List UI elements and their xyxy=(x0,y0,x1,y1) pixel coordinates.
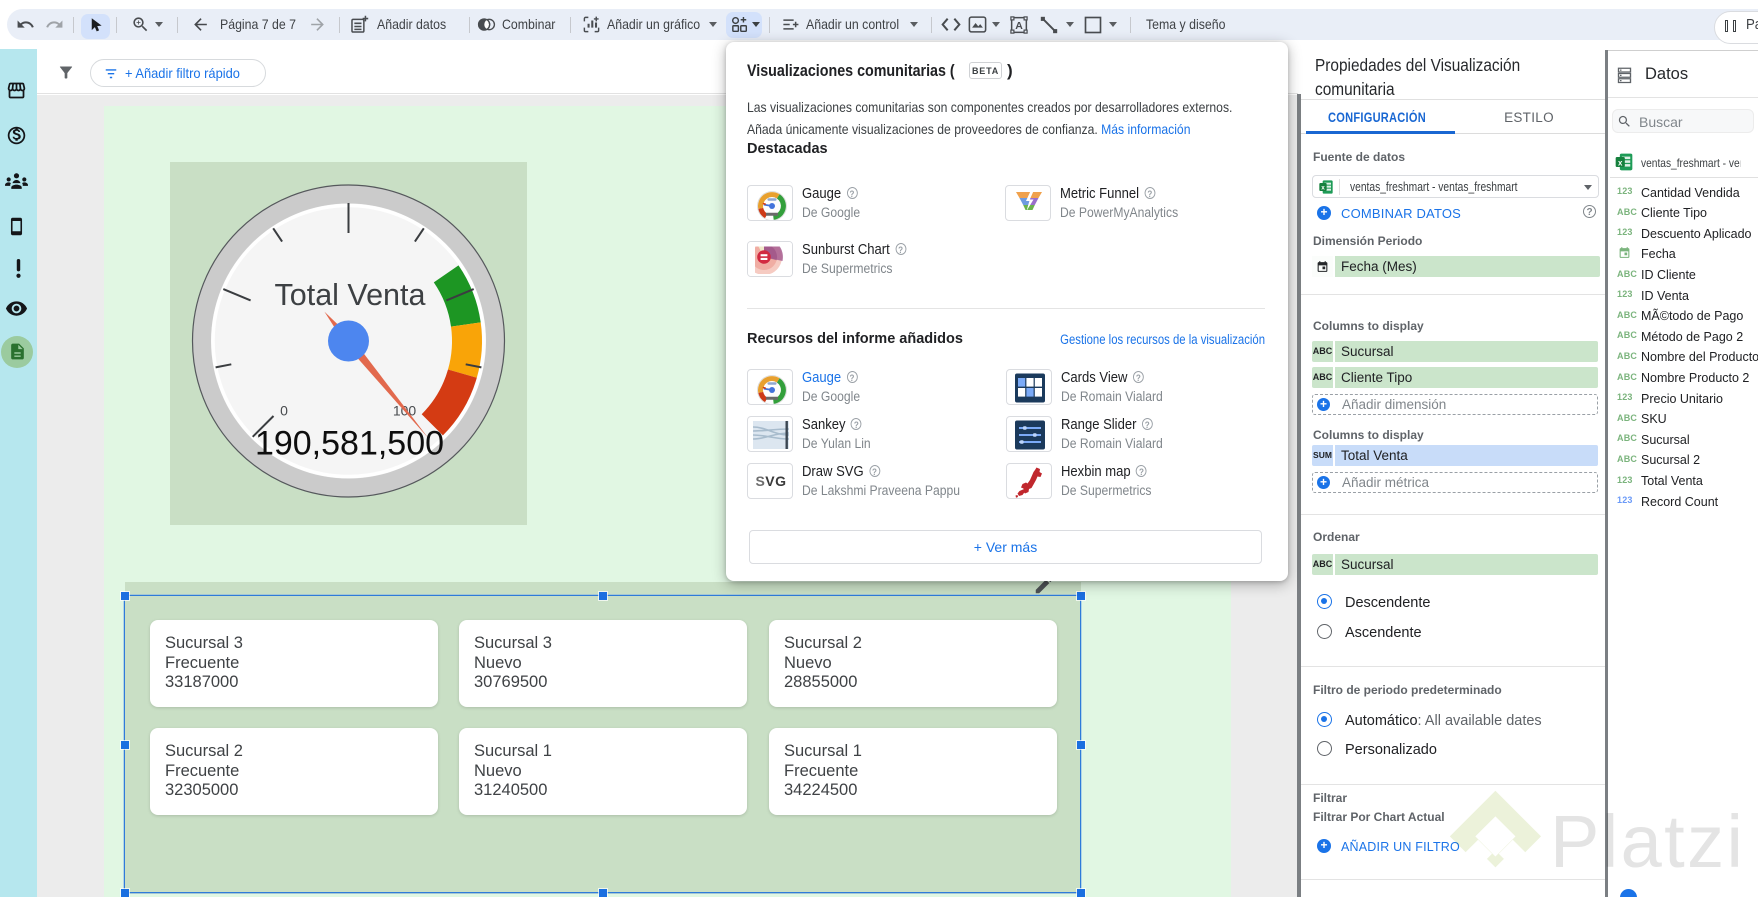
svg-text:Total Venta: Total Venta xyxy=(275,278,426,312)
svg-text:0: 0 xyxy=(280,403,288,419)
svg-text:A: A xyxy=(1015,20,1023,32)
svg-text:190,581,500: 190,581,500 xyxy=(255,425,444,463)
svg-text:x: x xyxy=(1321,185,1325,192)
svg-text:x: x xyxy=(1618,158,1623,167)
svg-text:Platzi: Platzi xyxy=(1550,800,1743,883)
